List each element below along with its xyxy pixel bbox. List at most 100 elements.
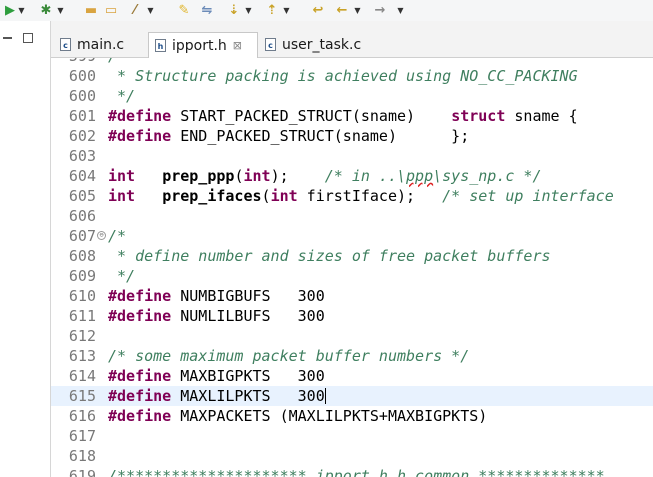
code-line[interactable]: 603 [51,146,653,166]
code-text: #define NUMBIGBUFS 300 [108,286,325,306]
prev-annotation-button[interactable]: ⇡ [264,2,280,18]
back-button[interactable]: ← [334,2,350,18]
code-line[interactable]: 600 */ [51,86,653,106]
code-line[interactable]: 602 #define END_PACKED_STRUCT(sname) }; [51,126,653,146]
code-text: #define START_PACKED_STRUCT(sname) struc… [108,106,578,126]
run-dropdown-arrow[interactable]: ▼ [17,2,26,18]
close-tab-icon[interactable]: ⊠ [233,39,242,52]
open-folder-button[interactable]: ▬ [83,2,99,18]
next-annotation-button[interactable]: ⇣ [226,2,242,18]
tab-user-task-c[interactable]: c user_task.c [259,32,379,57]
line-number: 604 [68,167,96,185]
code-token: /* some maximum packet buffer numbers */ [108,347,470,365]
line-number: 608 [68,247,96,265]
code-line[interactable]: 619 /********************* ipport.h_h com… [51,466,653,477]
code-line[interactable]: 600 * Structure packing is achieved usin… [51,66,653,86]
code-line[interactable]: 613 /* some maximum packet buffer numbers… [51,346,653,366]
run-button[interactable]: ▶ [2,2,18,18]
code-line[interactable]: 611 #define NUMLILBUFS 300 [51,306,653,326]
forward-dropdown-arrow[interactable]: ▼ [396,2,405,18]
tab-label: main.c [77,36,125,53]
tab-label: ipport.h [172,37,227,54]
code-line[interactable]: 601 #define START_PACKED_STRUCT(sname) st… [51,106,653,126]
code-token: struct [451,107,506,125]
code-token: /* set up interface [442,187,614,205]
code-line[interactable]: 617 [51,426,653,446]
open-project-button[interactable]: ▭ [103,2,119,18]
left-panel [0,21,51,477]
code-text: #define MAXLILPKTS 300 [108,386,326,406]
code-line[interactable]: 615 #define MAXLILPKTS 300 [51,386,653,406]
code-line[interactable]: 614 #define MAXBIGPKTS 300 [51,366,653,386]
code-line[interactable]: 606 [51,206,653,226]
code-line[interactable]: 609 */ [51,266,653,286]
code-line[interactable]: 607 ⊖/* [51,226,653,246]
wand-button[interactable]: ⁄ [127,2,143,18]
highlight-icon: ✎ [178,2,190,18]
open-project-icon: ▭ [104,2,118,18]
code-token: #define [108,307,172,325]
line-number: 615 [68,387,96,405]
last-edit-button[interactable]: ↩ [310,2,326,18]
code-editor[interactable]: 599/600 * Structure packing is achieved … [51,58,653,477]
code-text: int prep_ppp(int); /* in ..\ppp\sys_np.c… [108,166,542,186]
toolbar: ▶ ▼ ✱ ▼ ▬ ▭ ⁄ ▼ ✎ ⇋ ⇣ ▼ ⇡ ▼ ↩ ← ▼ → ▼ [0,0,653,22]
line-number: 616 [68,407,96,425]
c-file-icon: c [60,38,71,51]
next-annotation-dropdown-arrow[interactable]: ▼ [244,2,253,18]
code-token: /* in ..\ [324,167,407,185]
code-token: int [243,167,271,185]
code-token: prep_ppp [162,167,235,185]
code-text: /* [108,226,126,246]
line-number: 599 [51,58,96,66]
code-line[interactable]: 608 * define number and sizes of free pa… [51,246,653,266]
code-line[interactable]: 618 [51,446,653,466]
code-line[interactable]: 610 #define NUMBIGBUFS 300 [51,286,653,306]
code-token: ( [261,187,271,205]
text-caret [324,388,326,404]
line-number: 609 [68,267,96,285]
run-icon: ▶ [5,2,15,18]
code-line[interactable]: 604 int prep_ppp(int); /* in ..\ppp\sys_n… [51,166,653,186]
code-text: /* some maximum packet buffer numbers */ [108,346,469,366]
open-folder-icon: ▬ [84,2,98,18]
line-number: 611 [68,307,96,325]
highlight-button[interactable]: ✎ [176,2,192,18]
line-number: 601 [68,107,96,125]
prev-annotation-dropdown-arrow[interactable]: ▼ [282,2,291,18]
toggle-mark-button[interactable]: ⇋ [199,2,215,18]
tab-main-c[interactable]: c main.c [54,32,146,57]
back-icon: ← [336,2,348,18]
code-token: #define [108,367,172,385]
minimize-button[interactable] [3,37,12,39]
forward-button[interactable]: → [372,2,388,18]
code-token: NUMLILBUFS 300 [171,307,325,325]
fold-toggle-icon[interactable]: ⊖ [97,231,106,240]
tab-label: user_task.c [282,36,362,53]
code-token: prep_ifaces [162,187,262,205]
code-token: MAXBIGPKTS 300 [171,367,325,385]
code-token: MAXLILPKTS 300 [171,387,325,405]
code-token: NUMBIGBUFS 300 [171,287,325,305]
maximize-button[interactable] [23,33,33,43]
line-number: 600 [68,67,96,85]
tab-ipport-h[interactable]: h ipport.h ⊠ [148,32,258,58]
code-token: END_PACKED_STRUCT(sname) }; [171,127,470,145]
code-token: MAXPACKETS (MAXLILPKTS+MAXBIGPKTS) [171,407,488,425]
code-text: int prep_ifaces(int firstIface); /* set … [108,186,614,206]
debug-button[interactable]: ✱ [38,2,54,18]
code-line[interactable]: 616 #define MAXPACKETS (MAXLILPKTS+MAXBIG… [51,406,653,426]
back-dropdown-arrow[interactable]: ▼ [353,2,362,18]
code-line[interactable]: 599 / [51,58,653,66]
code-text: #define NUMLILBUFS 300 [108,306,325,326]
code-line[interactable]: 605 int prep_ifaces(int firstIface); /* s… [51,186,653,206]
code-line[interactable]: 612 [51,326,653,346]
code-token: int [270,187,298,205]
debug-dropdown-arrow[interactable]: ▼ [56,2,65,18]
code-token: * Structure packing is achieved using NO… [108,67,578,85]
prev-annotation-icon: ⇡ [266,2,278,18]
line-number: 612 [68,327,96,345]
code-token: sname { [505,107,578,125]
wand-dropdown-arrow[interactable]: ▼ [146,2,155,18]
